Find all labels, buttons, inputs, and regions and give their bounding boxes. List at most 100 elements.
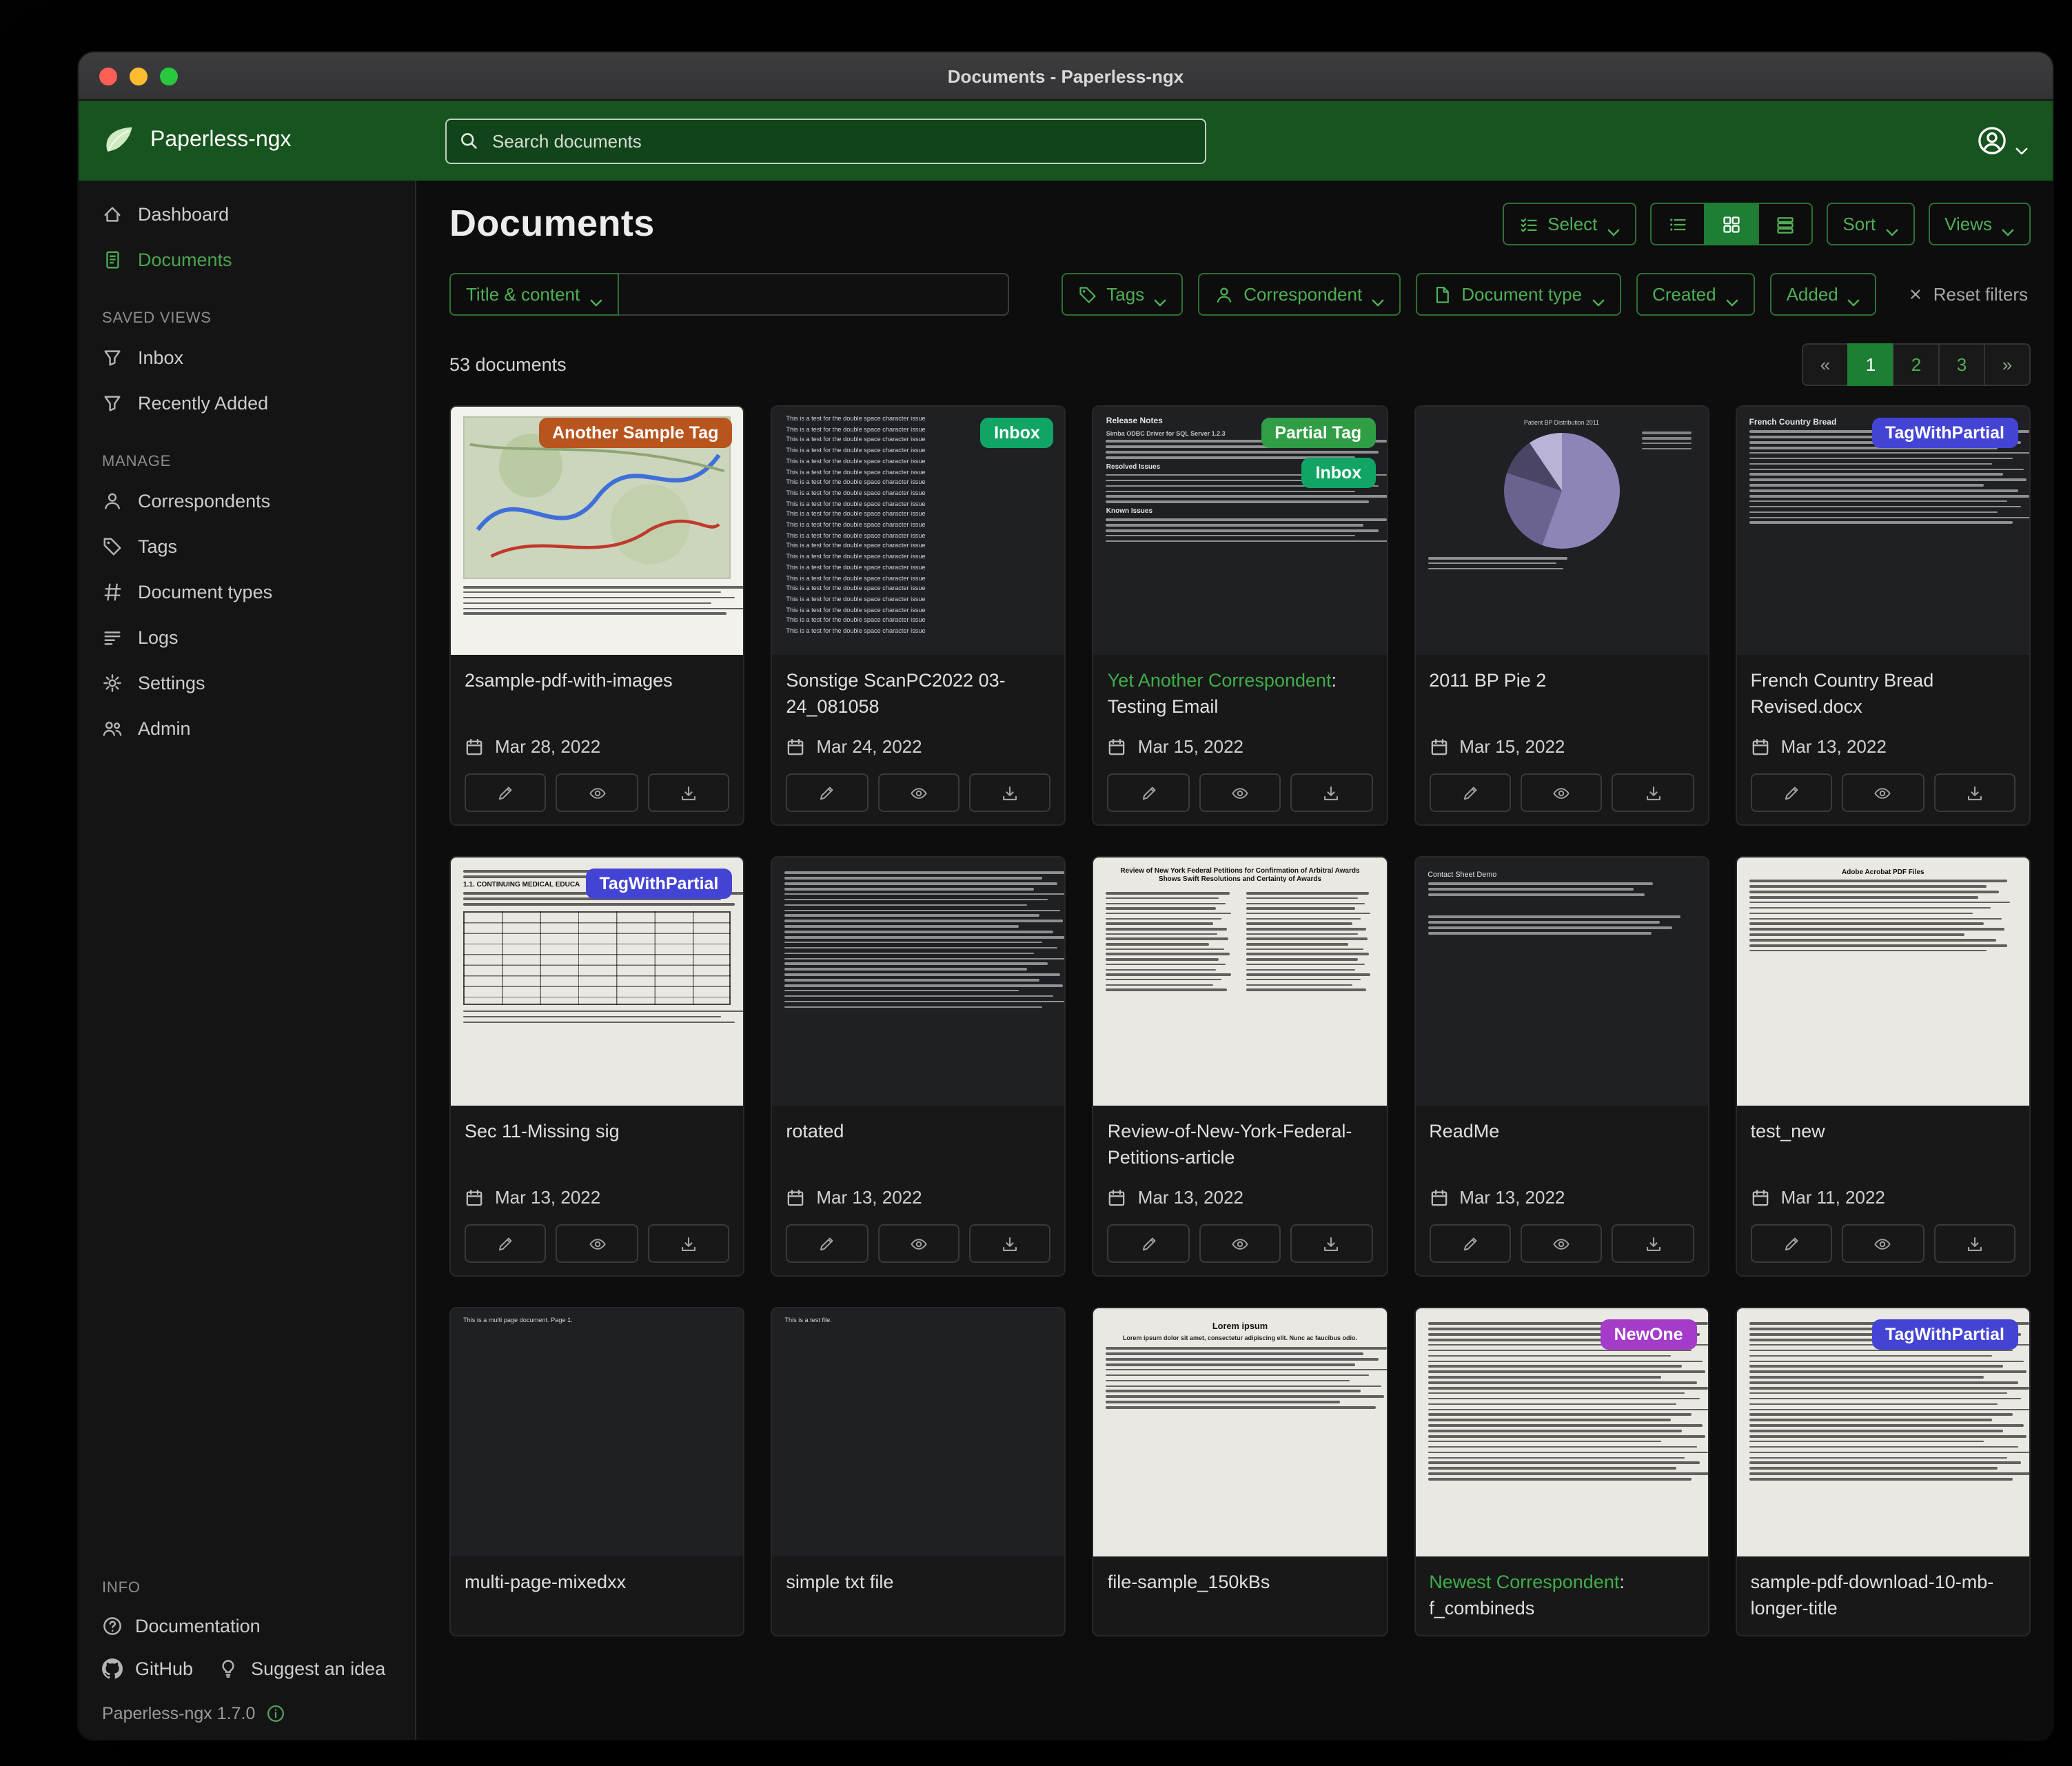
document-title[interactable]: Newest Correspondent: f_combineds — [1429, 1570, 1694, 1623]
document-title[interactable]: Sec 11-Missing sig — [465, 1119, 729, 1172]
download-document-button[interactable] — [1612, 773, 1694, 812]
view-document-button[interactable] — [1199, 1224, 1281, 1263]
sidebar-item-settings[interactable]: Settings — [79, 660, 415, 706]
document-thumbnail[interactable]: This is a test for the double space char… — [772, 407, 1064, 655]
document-title[interactable]: file-sample_150kBs — [1108, 1570, 1372, 1623]
select-button[interactable]: Select — [1502, 203, 1636, 245]
document-title[interactable]: multi-page-mixedxx — [465, 1570, 729, 1623]
document-title[interactable]: ReadMe — [1429, 1119, 1694, 1172]
document-thumbnail[interactable]: Adobe Acrobat PDF Files — [1737, 857, 2029, 1106]
view-document-button[interactable] — [556, 1224, 638, 1263]
edit-document-button[interactable] — [1751, 1224, 1833, 1263]
document-thumbnail[interactable]: French Country BreadTagWithPartial — [1737, 407, 2029, 655]
document-title[interactable]: French Country Bread Revised.docx — [1751, 669, 2015, 721]
sidebar-item-documentation[interactable]: Documentation — [79, 1605, 415, 1647]
document-thumbnail[interactable]: Patient BP Distribution 2011 — [1415, 407, 1707, 655]
view-document-button[interactable] — [556, 773, 638, 812]
tag-badge-inbox[interactable]: Inbox — [980, 418, 1054, 448]
sidebar-item-admin[interactable]: Admin — [79, 706, 415, 751]
download-document-button[interactable] — [969, 1224, 1051, 1263]
pagination-next-button[interactable]: » — [1984, 343, 2031, 386]
created-filter-button[interactable]: Created — [1636, 273, 1755, 316]
user-menu[interactable] — [1977, 125, 2028, 156]
download-document-button[interactable] — [648, 1224, 730, 1263]
tag-badge-newone[interactable]: NewOne — [1601, 1319, 1697, 1350]
download-document-button[interactable] — [1933, 1224, 2015, 1263]
sidebar-item-dashboard[interactable]: Dashboard — [79, 192, 415, 237]
document-thumbnail[interactable]: Contact Sheet Demo — [1415, 857, 1707, 1106]
document-thumbnail[interactable]: This is a multi page document. Page 1. — [451, 1308, 743, 1556]
document-thumbnail[interactable] — [772, 857, 1064, 1106]
document-thumbnail[interactable]: Review of New York Federal Petitions for… — [1094, 857, 1386, 1106]
document-title[interactable]: Review-of-New-York-Federal-Petitions-art… — [1108, 1119, 1372, 1172]
download-document-button[interactable] — [969, 773, 1051, 812]
details-view-button[interactable] — [1757, 203, 1812, 245]
edit-document-button[interactable] — [1429, 773, 1511, 812]
tag-badge-tagwithpartial[interactable]: TagWithPartial — [585, 869, 732, 899]
sidebar-item-suggest-idea[interactable]: Suggest an idea — [218, 1647, 385, 1690]
view-document-button[interactable] — [1199, 773, 1281, 812]
sidebar-item-inbox[interactable]: Inbox — [79, 335, 415, 380]
edit-document-button[interactable] — [786, 1224, 868, 1263]
edit-document-button[interactable] — [1751, 773, 1833, 812]
sidebar-item-document-types[interactable]: Document types — [79, 569, 415, 615]
pagination-prev-button[interactable]: « — [1802, 343, 1849, 386]
edit-document-button[interactable] — [786, 773, 868, 812]
pagination-page-1[interactable]: 1 — [1847, 343, 1894, 386]
document-thumbnail[interactable]: Lorem ipsumLorem ipsum dolor sit amet, c… — [1094, 1308, 1386, 1556]
tag-badge-inbox[interactable]: Inbox — [1302, 458, 1376, 488]
download-document-button[interactable] — [648, 773, 730, 812]
view-document-button[interactable] — [877, 1224, 959, 1263]
view-document-button[interactable] — [877, 773, 959, 812]
filter-text-input[interactable] — [618, 273, 1008, 316]
views-button[interactable]: Views — [1928, 203, 2031, 245]
edit-document-button[interactable] — [1108, 1224, 1190, 1263]
download-document-button[interactable] — [1290, 1224, 1372, 1263]
edit-document-button[interactable] — [1108, 773, 1190, 812]
zoom-window-button[interactable] — [160, 67, 178, 85]
document-title[interactable]: Yet Another Correspondent: Testing Email — [1108, 669, 1372, 721]
sidebar-item-documents[interactable]: Documents — [79, 237, 415, 283]
search-input[interactable] — [489, 129, 1192, 152]
view-document-button[interactable] — [1842, 1224, 1924, 1263]
document-thumbnail[interactable]: Another Sample Tag — [451, 407, 743, 655]
edit-document-button[interactable] — [465, 773, 547, 812]
list-view-button[interactable] — [1649, 203, 1705, 245]
tag-badge-partial-tag[interactable]: Partial Tag — [1261, 418, 1375, 448]
correspondent-filter-button[interactable]: Correspondent — [1198, 273, 1401, 316]
document-correspondent[interactable]: Yet Another Correspondent — [1108, 670, 1332, 691]
download-document-button[interactable] — [1933, 773, 2015, 812]
document-thumbnail[interactable]: Release NotesSimba ODBC Driver for SQL S… — [1094, 407, 1386, 655]
info-circle-icon[interactable] — [266, 1704, 285, 1723]
sort-button[interactable]: Sort — [1826, 203, 1914, 245]
tag-badge-tagwithpartial[interactable]: TagWithPartial — [1871, 1319, 2018, 1350]
document-title[interactable]: Sonstige ScanPC2022 03-24_081058 — [786, 669, 1050, 721]
edit-document-button[interactable] — [465, 1224, 547, 1263]
document-title[interactable]: simple txt file — [786, 1570, 1050, 1623]
pagination-page-3[interactable]: 3 — [1938, 343, 1985, 386]
document-thumbnail[interactable]: This is a test file. — [772, 1308, 1064, 1556]
download-document-button[interactable] — [1290, 773, 1372, 812]
sidebar-item-tags[interactable]: Tags — [79, 524, 415, 569]
tag-badge-tagwithpartial[interactable]: TagWithPartial — [1871, 418, 2018, 448]
document-thumbnail[interactable]: TagWithPartial — [1737, 1308, 2029, 1556]
sidebar-item-correspondents[interactable]: Correspondents — [79, 478, 415, 524]
tag-badge-another-sample-tag[interactable]: Another Sample Tag — [538, 418, 732, 448]
document-thumbnail[interactable]: 1.1. CONTINUING MEDICAL EDUCATagWithPart… — [451, 857, 743, 1106]
document-title[interactable]: rotated — [786, 1119, 1050, 1172]
edit-document-button[interactable] — [1429, 1224, 1511, 1263]
pagination-page-2[interactable]: 2 — [1893, 343, 1940, 386]
sidebar-item-github[interactable]: GitHub — [102, 1647, 193, 1690]
sidebar-item-logs[interactable]: Logs — [79, 615, 415, 660]
document-thumbnail[interactable]: NewOne — [1415, 1308, 1707, 1556]
tags-filter-button[interactable]: Tags — [1061, 273, 1183, 316]
document-title[interactable]: 2sample-pdf-with-images — [465, 669, 729, 721]
download-document-button[interactable] — [1612, 1224, 1694, 1263]
sidebar-item-recently-added[interactable]: Recently Added — [79, 380, 415, 426]
minimize-window-button[interactable] — [130, 67, 148, 85]
close-window-button[interactable] — [99, 67, 117, 85]
document-title[interactable]: 2011 BP Pie 2 — [1429, 669, 1694, 721]
app-brand[interactable]: Paperless-ngx — [101, 123, 412, 159]
document-correspondent[interactable]: Newest Correspondent — [1429, 1572, 1619, 1592]
view-document-button[interactable] — [1521, 773, 1603, 812]
